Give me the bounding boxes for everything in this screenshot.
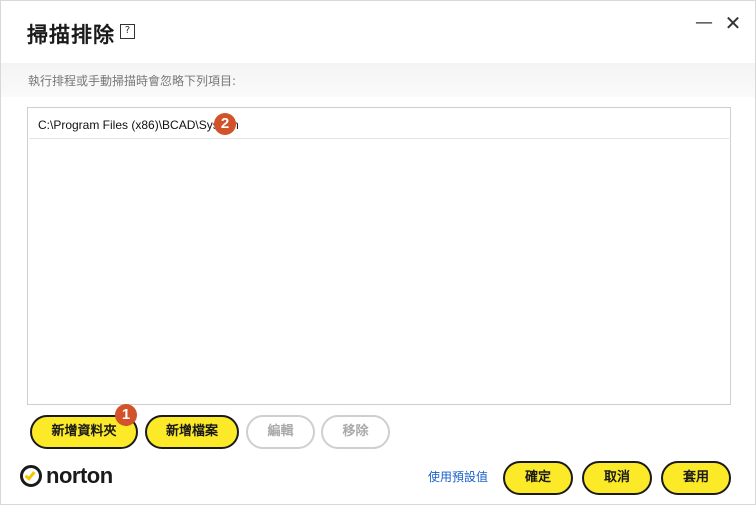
apply-button[interactable]: 套用 bbox=[661, 461, 731, 495]
use-defaults-link[interactable]: 使用預設值 bbox=[428, 468, 488, 485]
scan-exclusions-dialog: 掃描排除 ? — ✕ 執行排程或手動掃描時會忽略下列項目: C:\Program… bbox=[0, 0, 756, 505]
add-file-button[interactable]: 新增檔案 bbox=[145, 415, 239, 449]
dialog-header: 掃描排除 ? — ✕ bbox=[1, 1, 755, 63]
step-badge-1: 1 bbox=[115, 404, 137, 426]
list-item[interactable]: C:\Program Files (x86)\BCAD\System bbox=[29, 113, 729, 139]
norton-logo: norton bbox=[20, 463, 113, 489]
ok-button[interactable]: 確定 bbox=[503, 461, 573, 495]
brand-name: norton bbox=[46, 463, 113, 488]
close-icon[interactable]: ✕ bbox=[723, 13, 743, 33]
step-badge-2: 2 bbox=[214, 113, 236, 135]
minimize-icon[interactable]: — bbox=[694, 13, 714, 33]
edit-button[interactable]: 編輯 bbox=[246, 415, 315, 449]
exclusion-list[interactable]: C:\Program Files (x86)\BCAD\System bbox=[27, 107, 731, 405]
norton-check-icon bbox=[20, 465, 42, 487]
help-icon[interactable]: ? bbox=[120, 24, 135, 39]
dialog-title: 掃描排除 bbox=[27, 23, 115, 47]
description-text: 執行排程或手動掃描時會忽略下列項目: bbox=[28, 74, 237, 88]
remove-button[interactable]: 移除 bbox=[321, 415, 390, 449]
cancel-button[interactable]: 取消 bbox=[582, 461, 652, 495]
